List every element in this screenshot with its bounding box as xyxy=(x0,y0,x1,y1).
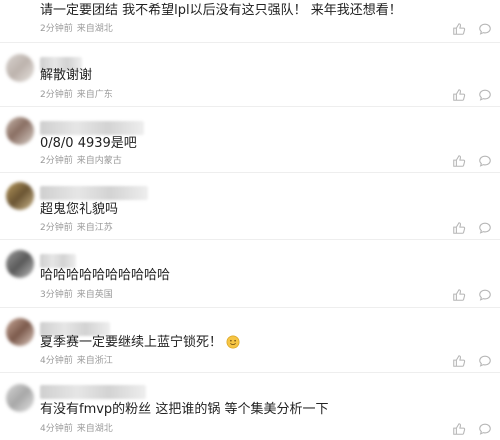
comment-text: 请一定要团结 我不希望lpl以后没有这只强队！ 来年我还想看！ xyxy=(40,3,402,18)
comment-text: 有没有fmvp的粉丝 这把谁的锅 等个集美分析一下 xyxy=(40,402,329,417)
comment-location: 来自广东 xyxy=(76,90,113,100)
avatar[interactable] xyxy=(6,54,34,82)
comment-item: 夏季赛一定要继续上蓝宁锁死！ 4分钟前 来自浙江 xyxy=(0,308,500,372)
comment-time: 3分钟前 xyxy=(40,290,73,300)
avatar[interactable] xyxy=(6,250,34,278)
comment-bubble-icon[interactable] xyxy=(478,154,492,168)
comment-text: 夏季赛一定要继续上蓝宁锁死！ xyxy=(40,334,240,352)
thumbs-up-icon[interactable] xyxy=(452,354,466,368)
comment-actions xyxy=(452,154,492,168)
thumbs-up-icon[interactable] xyxy=(452,422,466,436)
comment-meta: 2分钟前 来自湖北 xyxy=(40,23,113,35)
comment-text: 0/8/0 4939是吧 xyxy=(40,136,137,151)
comment-meta: 2分钟前 来自广东 xyxy=(40,89,113,101)
comment-actions xyxy=(452,88,492,102)
comment-location: 来自浙江 xyxy=(76,356,113,366)
avatar[interactable] xyxy=(6,182,34,210)
comment-time: 2分钟前 xyxy=(40,156,73,166)
comment-meta: 3分钟前 来自英国 xyxy=(40,289,113,301)
comment-item: 有没有fmvp的粉丝 这把谁的锅 等个集美分析一下 4分钟前 来自湖北 xyxy=(0,373,500,440)
comment-location: 来自湖北 xyxy=(76,424,113,434)
comment-actions xyxy=(452,22,492,36)
comment-bubble-icon[interactable] xyxy=(478,22,492,36)
thumbs-up-icon[interactable] xyxy=(452,154,466,168)
smiling-face-emoji xyxy=(226,335,240,349)
comment-bubble-icon[interactable] xyxy=(478,221,492,235)
comment-meta: 4分钟前 来自湖北 xyxy=(40,423,113,435)
comment-actions xyxy=(452,354,492,368)
comment-text: 解散谢谢 xyxy=(40,68,93,83)
comment-time: 2分钟前 xyxy=(40,90,73,100)
comment-time: 4分钟前 xyxy=(40,356,73,366)
comment-bubble-icon[interactable] xyxy=(478,88,492,102)
comment-item: 0/8/0 4939是吧 2分钟前 来自内蒙古 xyxy=(0,107,500,172)
comment-item: 哈哈哈哈哈哈哈哈哈哈 3分钟前 来自英国 xyxy=(0,240,500,307)
comment-time: 2分钟前 xyxy=(40,24,73,34)
comment-text: 超鬼您礼貌吗 xyxy=(40,202,119,217)
comment-actions xyxy=(452,288,492,302)
comment-meta: 2分钟前 来自内蒙古 xyxy=(40,155,122,167)
comment-bubble-icon[interactable] xyxy=(478,422,492,436)
comment-actions xyxy=(452,221,492,235)
comment-bubble-icon[interactable] xyxy=(478,288,492,302)
avatar[interactable] xyxy=(6,318,34,346)
thumbs-up-icon[interactable] xyxy=(452,288,466,302)
comment-text-body: 夏季赛一定要继续上蓝宁锁死！ xyxy=(40,335,223,350)
comment-location: 来自江苏 xyxy=(76,223,113,233)
comment-item: 解散谢谢 2分钟前 来自广东 xyxy=(0,43,500,106)
comment-location: 来自内蒙古 xyxy=(76,156,122,166)
comment-location: 来自湖北 xyxy=(76,24,113,34)
username[interactable] xyxy=(40,186,148,200)
username[interactable] xyxy=(40,385,146,399)
username[interactable] xyxy=(40,254,76,268)
comment-actions xyxy=(452,422,492,436)
comment-meta: 2分钟前 来自江苏 xyxy=(40,222,113,234)
thumbs-up-icon[interactable] xyxy=(452,88,466,102)
avatar[interactable] xyxy=(6,384,34,412)
comment-bubble-icon[interactable] xyxy=(478,354,492,368)
avatar[interactable] xyxy=(6,117,34,145)
thumbs-up-icon[interactable] xyxy=(452,22,466,36)
comment-item: 请一定要团结 我不希望lpl以后没有这只强队！ 来年我还想看！ 2分钟前 来自湖北 xyxy=(0,0,500,42)
comment-text: 哈哈哈哈哈哈哈哈哈哈 xyxy=(40,268,171,283)
comment-location: 来自英国 xyxy=(76,290,113,300)
comment-time: 2分钟前 xyxy=(40,223,73,233)
comment-item: 超鬼您礼貌吗 2分钟前 来自江苏 xyxy=(0,173,500,239)
comment-meta: 4分钟前 来自浙江 xyxy=(40,355,113,367)
username[interactable] xyxy=(40,121,144,135)
comment-time: 4分钟前 xyxy=(40,424,73,434)
thumbs-up-icon[interactable] xyxy=(452,221,466,235)
